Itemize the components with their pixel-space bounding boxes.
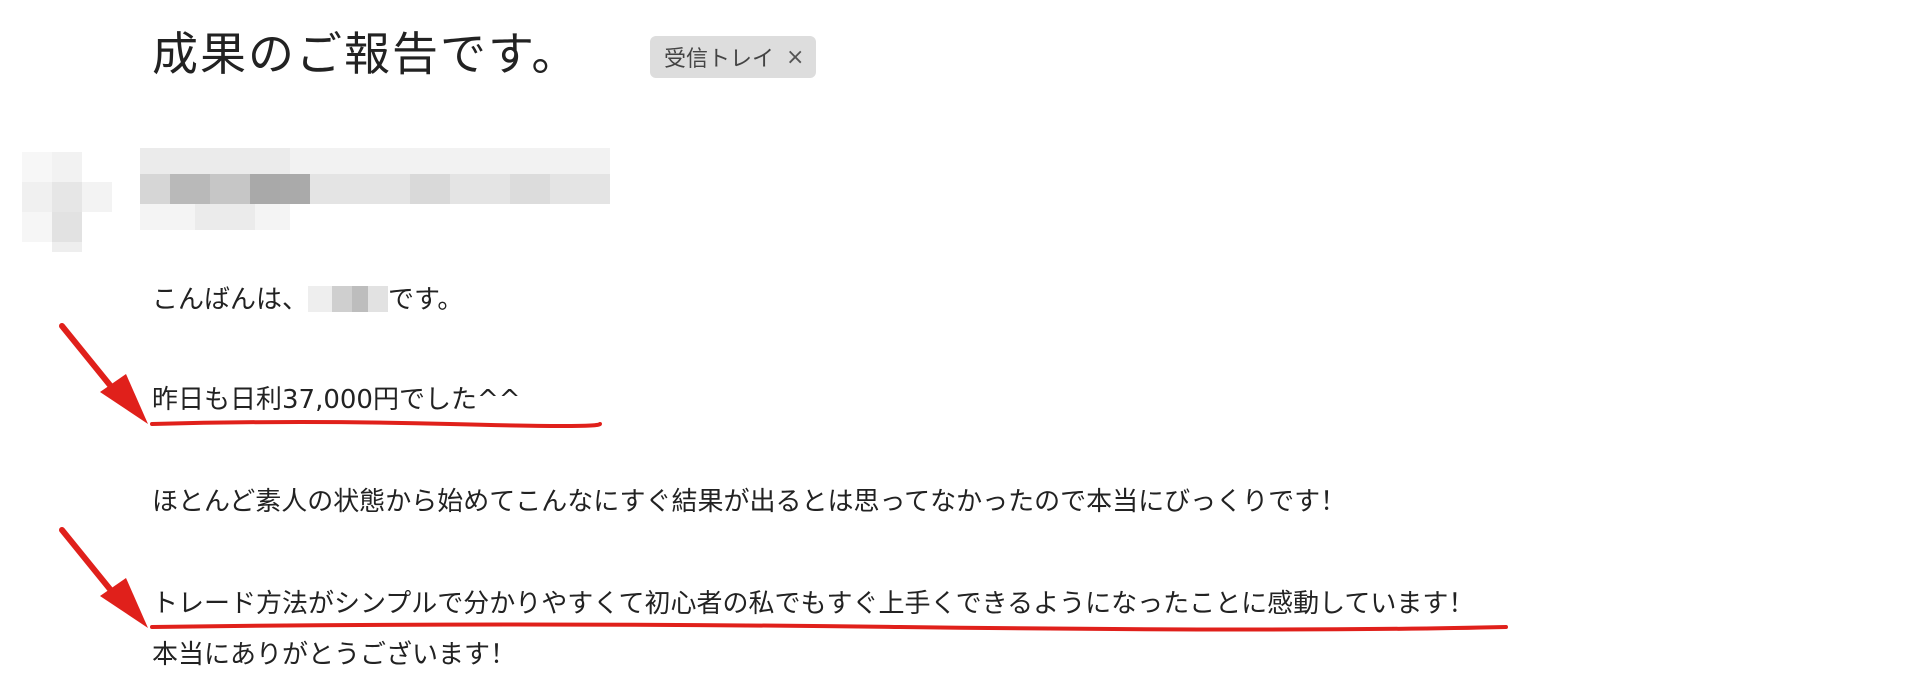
profit-line: 昨日も日利37,000円でした^^ (152, 385, 521, 415)
underline-annotation (150, 622, 1508, 632)
greeting-line: こんばんは、 です。 (152, 282, 463, 318)
email-subject: 成果のご報告です。 (152, 27, 580, 81)
arrow-annotation (59, 323, 148, 424)
underline-annotation (150, 420, 602, 428)
redacted-name (308, 286, 389, 312)
surprise-line: ほとんど素人の状態から始めてこんなにすぐ結果が出るとは思ってなかったので本当にび… (152, 487, 1347, 517)
close-icon[interactable]: × (786, 45, 804, 70)
sender-info-redacted (140, 148, 610, 254)
impression-line: トレード方法がシンプルで分かりやすくて初心者の私でもすぐ上手くできるようになった… (152, 589, 1475, 619)
arrow-annotation (59, 527, 148, 628)
sender-avatar[interactable] (22, 152, 112, 252)
greeting-suffix: です。 (388, 285, 464, 315)
inbox-label-chip: 受信トレイ × (650, 36, 817, 78)
greeting-text: こんばんは、 (152, 285, 309, 315)
label-chip-text: 受信トレイ (664, 47, 775, 72)
thanks-line: 本当にありがとうございます！ (152, 640, 517, 670)
